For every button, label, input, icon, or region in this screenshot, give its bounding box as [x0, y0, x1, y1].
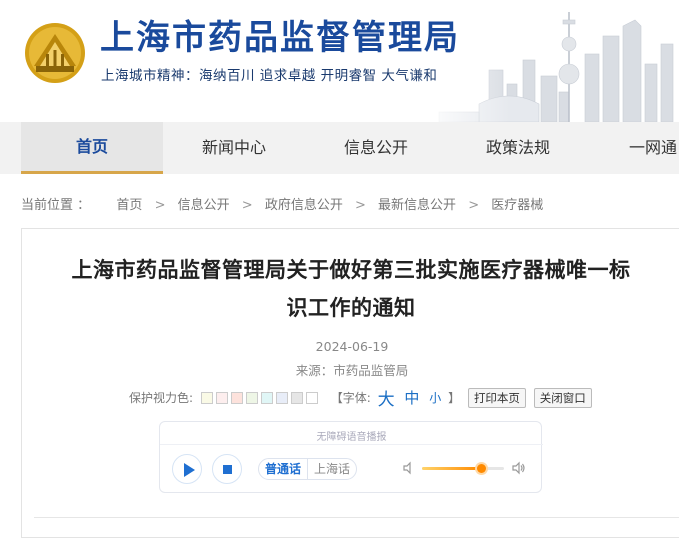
breadcrumb-medical-devices[interactable]: 医疗器械	[491, 194, 543, 213]
breadcrumb-latest-info[interactable]: 最新信息公开	[378, 194, 456, 213]
breadcrumb-label: 当前位置 ：	[21, 198, 91, 213]
volume-low-icon[interactable]	[402, 461, 416, 475]
site-title: 上海市药品监督管理局	[100, 18, 460, 58]
font-size-large[interactable]: 大	[378, 385, 395, 410]
article-date: 2024-06-19	[315, 339, 389, 354]
nav-item-home[interactable]: 首页	[21, 122, 163, 174]
volume-slider-fill	[422, 467, 482, 470]
dialect-switch: 普通话 上海话	[258, 458, 358, 480]
player-hint: 无障碍语音播报	[316, 432, 387, 443]
eye-care-swatch[interactable]	[215, 392, 228, 404]
font-size-medium[interactable]: 中	[404, 387, 419, 408]
content-divider	[34, 517, 679, 518]
eye-care-swatch[interactable]	[275, 392, 288, 404]
player-divider	[160, 444, 543, 445]
nav-item-news[interactable]: 新闻中心	[163, 122, 305, 174]
main-nav: 首页 新闻中心 信息公开 政策法规 一网通	[0, 122, 679, 174]
nav-item-policies[interactable]: 政策法规	[447, 122, 589, 174]
stop-button[interactable]	[212, 454, 242, 484]
nav-item-info-disclosure[interactable]: 信息公开	[305, 122, 447, 174]
nav-item-one-network[interactable]: 一网通	[617, 122, 679, 174]
volume-high-icon[interactable]	[512, 461, 526, 475]
site-header: 上海市药品监督管理局 上海城市精神：海纳百川 追求卓越 开明睿智 大气谦和	[0, 0, 679, 122]
eye-care-swatch[interactable]	[260, 392, 273, 404]
stop-icon	[223, 465, 232, 474]
article-tools: 保护视力色: 【字体: 大 中 小 】 打印本页 关闭窗口	[129, 385, 592, 410]
audio-player: 无障碍语音播报 普通话 上海话	[159, 421, 543, 493]
article-source: 来源：市药品监管局	[295, 363, 409, 378]
article-title-line: 识工作的通知	[286, 296, 416, 320]
eye-care-swatch[interactable]	[305, 392, 318, 404]
play-icon	[184, 463, 195, 477]
eye-care-swatch[interactable]	[245, 392, 258, 404]
eye-care-swatch[interactable]	[230, 392, 243, 404]
breadcrumb-separator: >	[241, 198, 253, 213]
dialect-mandarin[interactable]: 普通话	[259, 459, 307, 479]
close-window-button[interactable]: 关闭窗口	[533, 387, 592, 408]
article-title-line: 上海市药品监督管理局关于做好第三批实施医疗器械唯一标	[71, 258, 631, 282]
font-size-small[interactable]: 小	[429, 389, 441, 406]
eye-care-swatches	[200, 391, 321, 405]
font-size-label-close: 】	[448, 391, 461, 405]
article-title: 上海市药品监督管理局关于做好第三批实施医疗器械唯一标 识工作的通知	[36, 251, 666, 327]
breadcrumb: 当前位置 ： 首页 > 信息公开 > 政府信息公开 > 最新信息公开 > 医疗器…	[21, 194, 543, 213]
breadcrumb-separator: >	[154, 198, 166, 213]
site-slogan: 上海城市精神：海纳百川 追求卓越 开明睿智 大气谦和	[101, 68, 438, 84]
volume-slider[interactable]	[422, 464, 504, 473]
eye-care-label: 保护视力色:	[129, 391, 194, 405]
eye-care-swatch[interactable]	[200, 392, 213, 404]
dialect-shanghainese[interactable]: 上海话	[307, 459, 356, 479]
breadcrumb-separator: >	[468, 198, 480, 213]
eye-care-swatch[interactable]	[290, 392, 303, 404]
print-button[interactable]: 打印本页	[467, 387, 526, 408]
breadcrumb-gov-info[interactable]: 政府信息公开	[265, 194, 343, 213]
volume-slider-thumb[interactable]	[476, 464, 486, 473]
play-button[interactable]	[172, 454, 202, 484]
breadcrumb-separator: >	[354, 198, 366, 213]
breadcrumb-home[interactable]: 首页	[116, 194, 142, 213]
logo-icon	[25, 23, 85, 83]
font-size-label: 【字体:	[330, 391, 371, 405]
breadcrumb-info-disclosure[interactable]: 信息公开	[178, 194, 230, 213]
article-panel: 上海市药品监督管理局关于做好第三批实施医疗器械唯一标 识工作的通知 2024-0…	[21, 228, 679, 538]
